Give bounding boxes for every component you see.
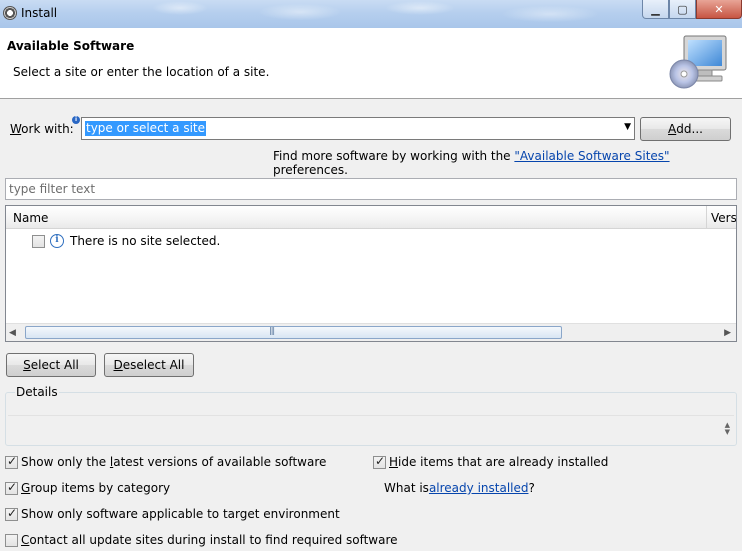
what-is-installed-text: What is already installed? <box>384 481 535 495</box>
column-separator[interactable] <box>706 206 707 229</box>
column-header-name[interactable]: Name <box>13 211 48 225</box>
contact-update-sites-label: Contact all update sites during install … <box>21 533 398 547</box>
eclipse-gear-icon <box>3 6 17 20</box>
details-group: Details ▲ ▼ <box>5 385 737 446</box>
tree-header: Name Vers <box>6 206 736 229</box>
details-text-area[interactable] <box>8 415 734 443</box>
close-icon: ✕ <box>714 2 724 16</box>
page-description: Select a site or enter the location of a… <box>13 65 270 79</box>
window-controls: ▁ ▢ ✕ <box>642 0 742 19</box>
option-applicable-target[interactable]: Show only software applicable to target … <box>5 506 340 521</box>
page-title: Available Software <box>7 39 135 53</box>
scroll-left-arrow-icon[interactable]: ◀ <box>9 328 16 338</box>
add-site-button[interactable]: Add... <box>640 117 731 141</box>
info-icon: i <box>50 234 64 248</box>
maximize-icon: ▢ <box>677 2 688 16</box>
title-bar[interactable]: Install ▁ ▢ ✕ <box>0 0 742 28</box>
minimize-icon: ▁ <box>651 2 660 16</box>
filter-input[interactable]: type filter text <box>5 178 737 200</box>
scrollbar-thumb[interactable] <box>25 326 562 339</box>
close-button[interactable]: ✕ <box>696 0 742 19</box>
work-with-input[interactable]: type or select a site <box>85 121 207 136</box>
title-bar-decoration <box>120 0 640 28</box>
software-tree[interactable]: Name Vers i There is no site selected. ◀… <box>5 205 737 342</box>
column-header-version[interactable]: Vers <box>711 211 736 225</box>
maximize-button[interactable]: ▢ <box>669 0 696 19</box>
select-all-button[interactable]: Select All <box>6 353 96 377</box>
info-decoration-icon: i <box>72 116 80 124</box>
horizontal-scrollbar[interactable]: ◀ ||| ▶ <box>6 323 736 341</box>
minimize-button[interactable]: ▁ <box>642 0 669 19</box>
row-text: There is no site selected. <box>70 234 221 248</box>
option-group-by-category[interactable]: Group items by category <box>5 480 171 495</box>
group-by-category-label: Group items by category <box>21 481 171 495</box>
more-software-text: Find more software by working with the "… <box>273 149 670 177</box>
work-with-label: Work with: <box>10 122 74 136</box>
details-scroll-icon[interactable]: ▲ ▼ <box>725 422 730 436</box>
deselect-all-button[interactable]: Deselect All <box>104 353 194 377</box>
dropdown-arrow-icon[interactable]: ▼ <box>624 122 631 132</box>
tree-row[interactable]: i There is no site selected. <box>32 233 220 249</box>
option-latest-versions[interactable]: Show only the latest versions of availab… <box>5 454 327 469</box>
applicable-target-checkbox[interactable] <box>5 506 18 521</box>
work-with-combo[interactable]: type or select a site ▼ <box>81 117 635 140</box>
latest-versions-checkbox[interactable] <box>5 454 18 469</box>
details-legend: Details <box>15 385 59 399</box>
scrollbar-grip-icon: ||| <box>269 326 275 335</box>
scroll-right-arrow-icon[interactable]: ▶ <box>724 328 731 338</box>
contact-update-sites-checkbox[interactable] <box>5 533 18 547</box>
filter-placeholder: type filter text <box>9 182 96 196</box>
hide-installed-checkbox[interactable] <box>373 454 386 469</box>
already-installed-link[interactable]: already installed <box>429 481 529 495</box>
window-title: Install <box>21 6 58 20</box>
row-checkbox[interactable] <box>32 234 45 248</box>
applicable-target-label: Show only software applicable to target … <box>21 507 340 521</box>
latest-versions-label: Show only the latest versions of availab… <box>21 455 327 469</box>
option-hide-installed[interactable]: Hide items that are already installed <box>373 454 609 469</box>
group-by-category-checkbox[interactable] <box>5 480 18 495</box>
wizard-banner: Available Software Select a site or ente… <box>0 28 742 99</box>
available-software-sites-link[interactable]: "Available Software Sites" <box>514 149 669 163</box>
hide-installed-label: Hide items that are already installed <box>389 455 609 469</box>
option-contact-update-sites[interactable]: Contact all update sites during install … <box>5 533 398 547</box>
install-monitor-cd-icon <box>669 35 727 89</box>
